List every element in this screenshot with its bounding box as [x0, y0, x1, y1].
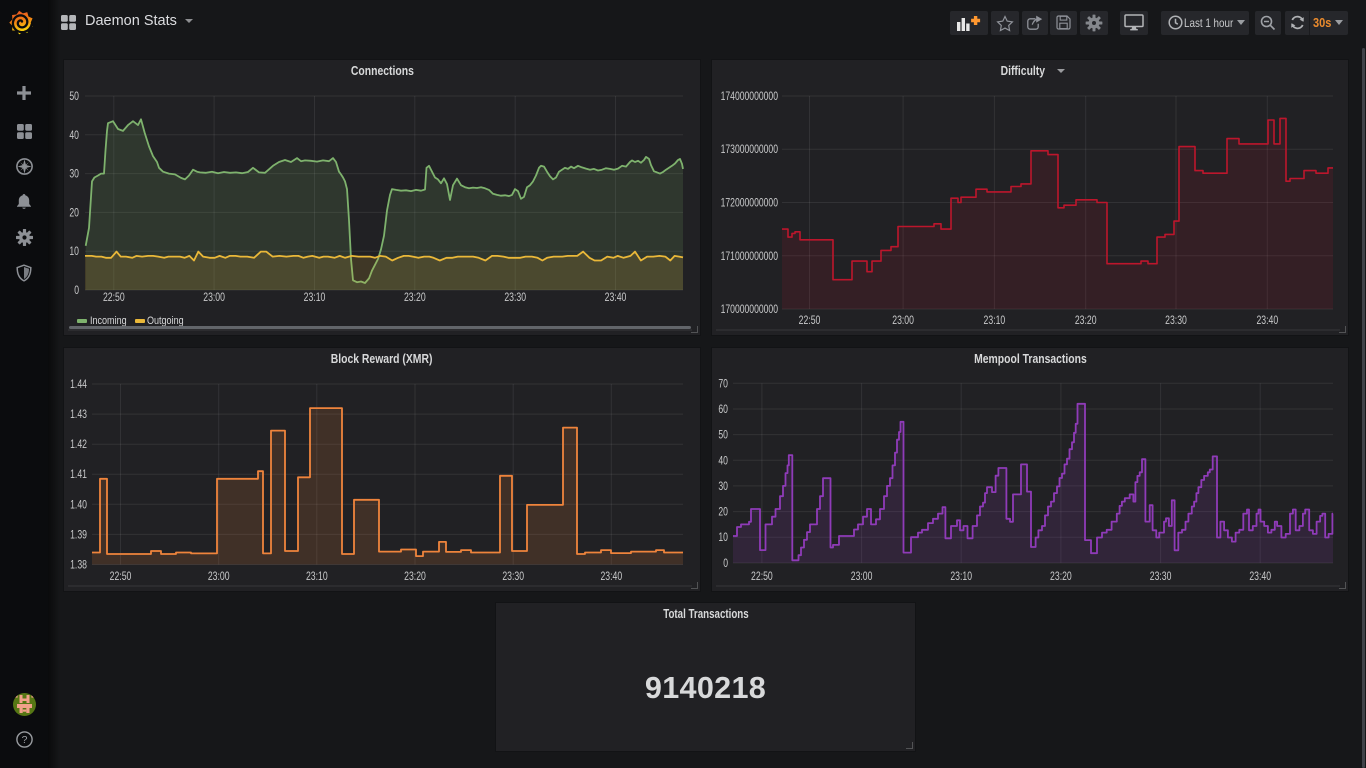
- svg-text:20: 20: [69, 206, 79, 219]
- svg-text:23:10: 23:10: [984, 314, 1006, 327]
- svg-text:10: 10: [69, 245, 79, 258]
- svg-text:50: 50: [718, 429, 728, 442]
- svg-text:23:00: 23:00: [851, 570, 873, 583]
- svg-text:23:00: 23:00: [208, 570, 230, 583]
- svg-text:23:30: 23:30: [502, 570, 524, 583]
- svg-text:23:10: 23:10: [306, 570, 328, 583]
- svg-text:50: 50: [69, 90, 79, 103]
- svg-text:0: 0: [74, 284, 79, 297]
- svg-text:23:20: 23:20: [1075, 314, 1097, 327]
- svg-text:20: 20: [718, 506, 728, 519]
- svg-text:1.39: 1.39: [70, 528, 87, 541]
- svg-text:23:30: 23:30: [1150, 570, 1172, 583]
- svg-text:1.42: 1.42: [70, 438, 87, 451]
- svg-text:40: 40: [718, 454, 728, 467]
- svg-text:1.43: 1.43: [70, 408, 87, 421]
- svg-text:1.44: 1.44: [70, 378, 87, 391]
- svg-text:1.38: 1.38: [70, 559, 87, 572]
- svg-text:174000000000: 174000000000: [721, 90, 779, 103]
- svg-text:23:10: 23:10: [304, 291, 326, 304]
- svg-text:23:40: 23:40: [605, 291, 627, 304]
- svg-text:23:30: 23:30: [1165, 314, 1187, 327]
- svg-text:40: 40: [69, 129, 79, 142]
- svg-text:23:40: 23:40: [1249, 570, 1271, 583]
- svg-text:23:10: 23:10: [950, 570, 972, 583]
- svg-text:23:20: 23:20: [404, 291, 426, 304]
- svg-text:23:20: 23:20: [404, 570, 426, 583]
- svg-text:22:50: 22:50: [103, 291, 125, 304]
- svg-text:1.40: 1.40: [70, 498, 87, 511]
- svg-text:22:50: 22:50: [799, 314, 821, 327]
- svg-text:22:50: 22:50: [751, 570, 773, 583]
- svg-text:23:30: 23:30: [504, 291, 526, 304]
- svg-text:23:40: 23:40: [1256, 314, 1278, 327]
- svg-text:0: 0: [723, 557, 728, 570]
- svg-text:23:40: 23:40: [600, 570, 622, 583]
- svg-text:?: ?: [22, 734, 28, 746]
- svg-text:60: 60: [718, 403, 728, 416]
- svg-text:30: 30: [69, 168, 79, 181]
- svg-text:70: 70: [718, 377, 728, 390]
- svg-text:1.41: 1.41: [70, 468, 87, 481]
- svg-text:23:20: 23:20: [1050, 570, 1072, 583]
- svg-text:30: 30: [718, 480, 728, 493]
- svg-text:173000000000: 173000000000: [721, 143, 779, 156]
- svg-text:10: 10: [718, 531, 728, 544]
- svg-text:172000000000: 172000000000: [721, 197, 779, 210]
- svg-text:23:00: 23:00: [892, 314, 914, 327]
- svg-text:170000000000: 170000000000: [721, 303, 779, 316]
- svg-text:22:50: 22:50: [110, 570, 132, 583]
- svg-text:23:00: 23:00: [203, 291, 225, 304]
- svg-text:171000000000: 171000000000: [721, 250, 779, 263]
